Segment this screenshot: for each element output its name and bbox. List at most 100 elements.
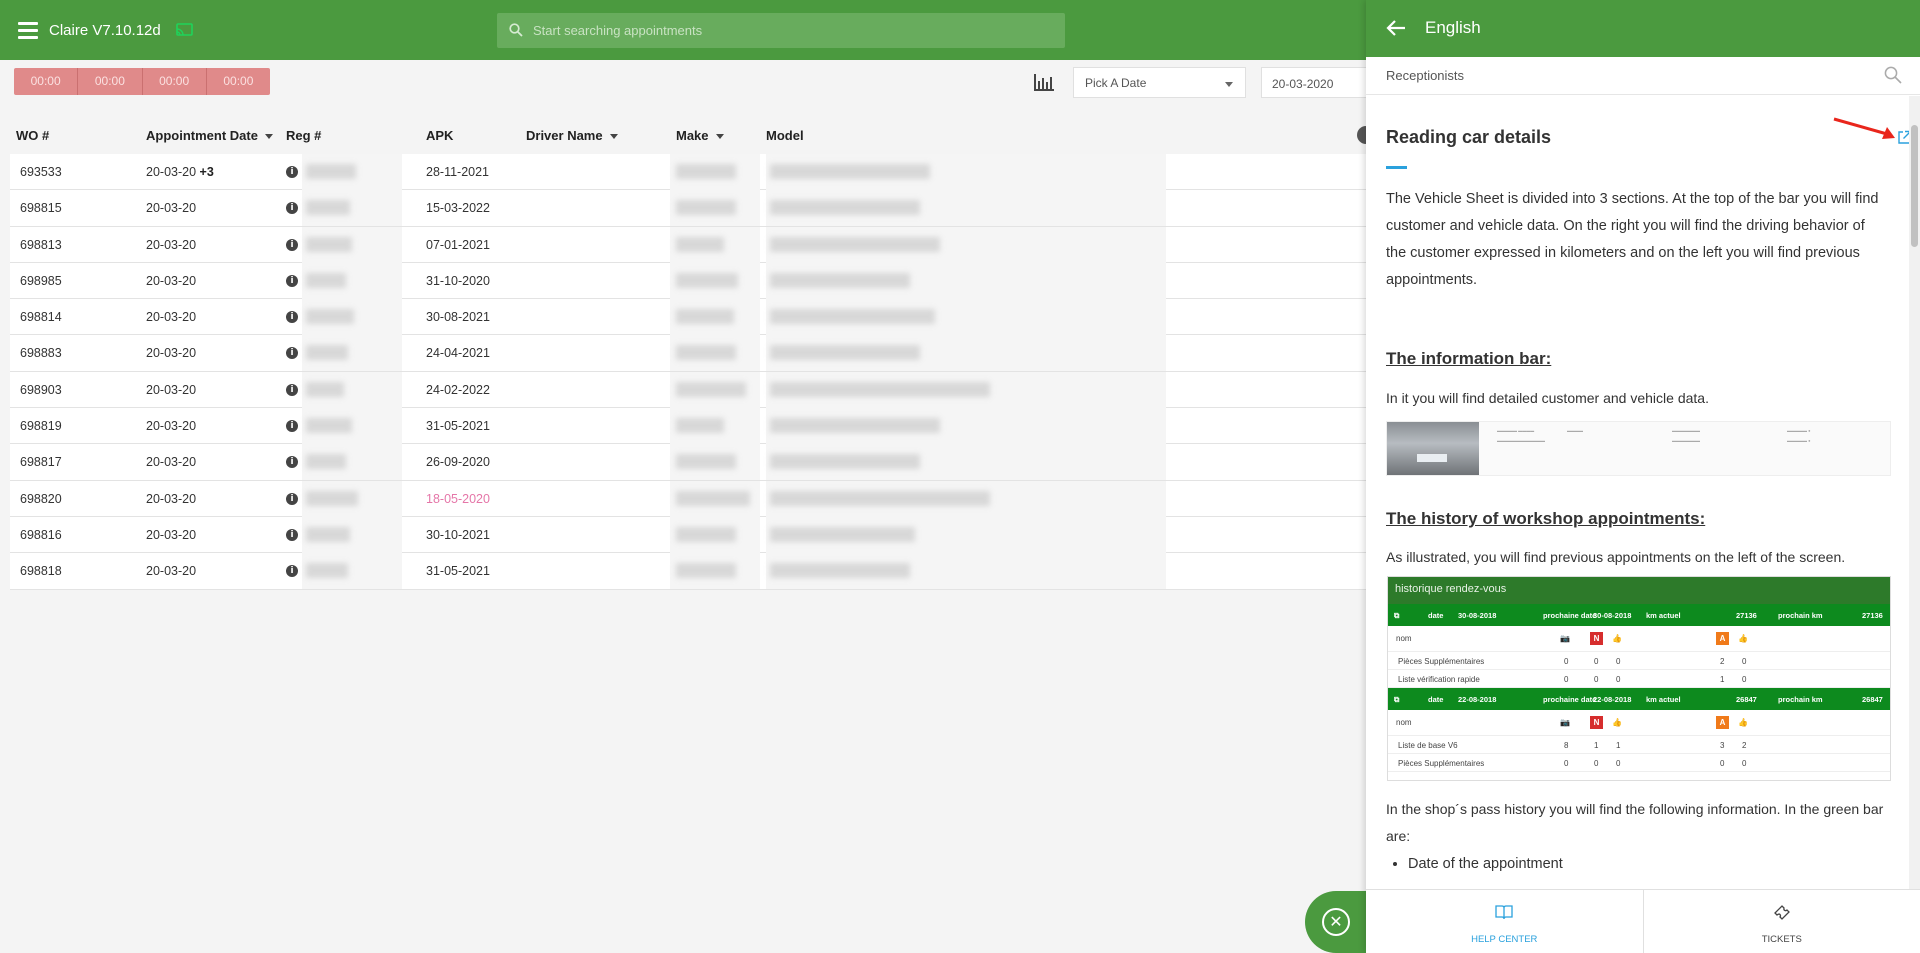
history-row: Liste de base V6 8 1 1 3 2: [1388, 736, 1890, 754]
sort-down-icon: [609, 134, 618, 140]
wo-number: 698818: [20, 564, 62, 579]
info-icon[interactable]: i: [286, 347, 298, 360]
info-icon[interactable]: i: [286, 492, 298, 505]
blurred-text: [306, 200, 350, 216]
timer-group: 00:00 00:00 00:00 00:00: [14, 68, 270, 95]
table-row[interactable]: 698817 20-03-20 i 26-09-2020: [10, 444, 1366, 481]
info-icon[interactable]: i: [286, 456, 298, 469]
info-icon[interactable]: i: [286, 311, 298, 324]
table-row[interactable]: 698818 20-03-20 i 31-05-2021: [10, 553, 1366, 590]
table-row[interactable]: 698814 20-03-20 i 30-08-2021: [10, 299, 1366, 336]
timer[interactable]: 00:00: [14, 68, 79, 95]
history-row: nom 📷 N 👍 A 👍: [1388, 626, 1890, 652]
blurred-text: ▬▬▬▬: [1567, 428, 1583, 433]
camera-icon: 📷: [1560, 718, 1570, 727]
timer[interactable]: 00:00: [143, 68, 207, 95]
edit-icon: ⧉: [1394, 611, 1400, 620]
table-row[interactable]: 698819 20-03-20 i 31-05-2021: [10, 408, 1366, 445]
info-icon[interactable]: i: [286, 202, 298, 215]
appointment-date: 20-03-20: [146, 273, 197, 288]
info-icon[interactable]: i: [286, 383, 298, 396]
info-icon[interactable]: i: [286, 420, 298, 433]
history-bar: ⧉ date 30-08-2018 prochaine date 30-08-2…: [1388, 604, 1890, 626]
edit-icon: ⧉: [1394, 695, 1400, 704]
category-bar: Receptionists: [1366, 57, 1920, 95]
date-picker-select[interactable]: Pick A Date: [1073, 67, 1246, 98]
apk-date: 24-04-2021: [426, 346, 490, 361]
wo-number: 698820: [20, 491, 62, 506]
close-circle-icon: ✕: [1322, 908, 1350, 936]
help-panel: English Receptionists Reading car detail…: [1366, 0, 1920, 953]
appointment-search[interactable]: [497, 13, 1065, 48]
section-text-information-bar: In it you will find detailed customer an…: [1386, 390, 1709, 406]
cast-icon[interactable]: [176, 23, 193, 37]
table-row[interactable]: 698903 20-03-20 i 24-02-2022: [10, 371, 1366, 409]
section-text-history: As illustrated, you will find previous a…: [1386, 549, 1846, 565]
info-icon[interactable]: i: [286, 565, 298, 578]
search-icon[interactable]: [1884, 66, 1902, 84]
table-row[interactable]: 698815 20-03-20 i 15-03-2022: [10, 190, 1366, 227]
blurred-text: ▬▬▬▬▬ ●: [1787, 428, 1811, 433]
table-row[interactable]: 698985 20-03-20 i 31-10-2020: [10, 262, 1366, 300]
table-row[interactable]: 698813 20-03-20 i 07-01-2021: [10, 226, 1366, 263]
back-arrow-icon[interactable]: [1386, 19, 1406, 37]
info-icon[interactable]: i: [286, 274, 298, 287]
sort-down-icon: [264, 134, 273, 140]
article-scroll[interactable]: Reading car details The Vehicle Sheet is…: [1366, 96, 1920, 889]
column-model[interactable]: Model: [766, 128, 804, 143]
blurred-text: [770, 526, 915, 542]
wo-number: 698985: [20, 273, 62, 288]
category-label[interactable]: Receptionists: [1386, 68, 1464, 83]
info-icon[interactable]: i: [286, 238, 298, 251]
panel-scrollbar[interactable]: [1909, 96, 1920, 889]
column-apk[interactable]: APK: [426, 128, 453, 143]
blurred-text: [676, 272, 738, 288]
blurred-text: [306, 164, 356, 179]
date-picker-label: Pick A Date: [1085, 76, 1147, 90]
column-appointment-date[interactable]: Appointment Date: [146, 128, 273, 143]
blurred-text: [676, 490, 750, 506]
info-icon[interactable]: i: [286, 528, 298, 541]
column-wo[interactable]: WO #: [16, 128, 49, 143]
apk-date: 07-01-2021: [426, 237, 490, 252]
column-driver-name[interactable]: Driver Name: [526, 128, 618, 143]
blurred-text: [306, 272, 346, 288]
blurred-text: [770, 345, 920, 361]
blurred-text: [676, 164, 736, 179]
table-row[interactable]: 698816 20-03-20 i 30-10-2021: [10, 516, 1366, 554]
wo-number: 698815: [20, 201, 62, 216]
column-make[interactable]: Make: [676, 128, 724, 143]
timer[interactable]: 00:00: [207, 68, 270, 95]
table-row[interactable]: 698883 20-03-20 i 24-04-2021: [10, 335, 1366, 372]
wo-number: 698813: [20, 237, 62, 252]
appointment-date: 20-03-20: [146, 527, 197, 542]
bar-chart-icon[interactable]: [1034, 74, 1054, 91]
blurred-text: [306, 454, 346, 470]
blurred-text: [306, 526, 350, 542]
tab-tickets[interactable]: TICKETS: [1642, 890, 1920, 953]
history-screenshot: historique rendez-vous ⧉ date 30-08-2018…: [1387, 576, 1891, 781]
help-panel-header: English: [1366, 0, 1920, 57]
history-bar: ⧉ date 22-08-2018 prochaine date 22-08-2…: [1388, 688, 1890, 710]
table-row[interactable]: 698820 20-03-20 i 18-05-2020: [10, 480, 1366, 517]
help-toggle-button[interactable]: ✕: [1305, 891, 1367, 953]
info-icon[interactable]: i: [286, 166, 298, 178]
date-input[interactable]: 20-03-2020: [1261, 67, 1371, 98]
blurred-text: [306, 381, 344, 397]
column-reg[interactable]: Reg #: [286, 128, 321, 143]
menu-icon[interactable]: [18, 22, 38, 39]
apk-date: 28-11-2021: [426, 165, 490, 179]
timer[interactable]: 00:00: [78, 68, 143, 95]
history-title: historique rendez-vous: [1388, 577, 1890, 604]
tab-help-center[interactable]: HELP CENTER: [1366, 890, 1643, 953]
table-row[interactable]: 693533 20-03-20 +3 i 28-11-2021: [10, 154, 1366, 191]
search-input[interactable]: [533, 13, 1053, 48]
blurred-text: [306, 345, 348, 361]
blurred-text: [676, 563, 736, 579]
appointment-date: 20-03-20 +3: [146, 165, 214, 179]
tickets-label: TICKETS: [1761, 934, 1802, 945]
blurred-text: [676, 236, 724, 252]
blurred-text: [770, 381, 990, 397]
scrollbar-thumb[interactable]: [1911, 125, 1918, 247]
bullet-item: Date of the appointment: [1408, 856, 1563, 872]
